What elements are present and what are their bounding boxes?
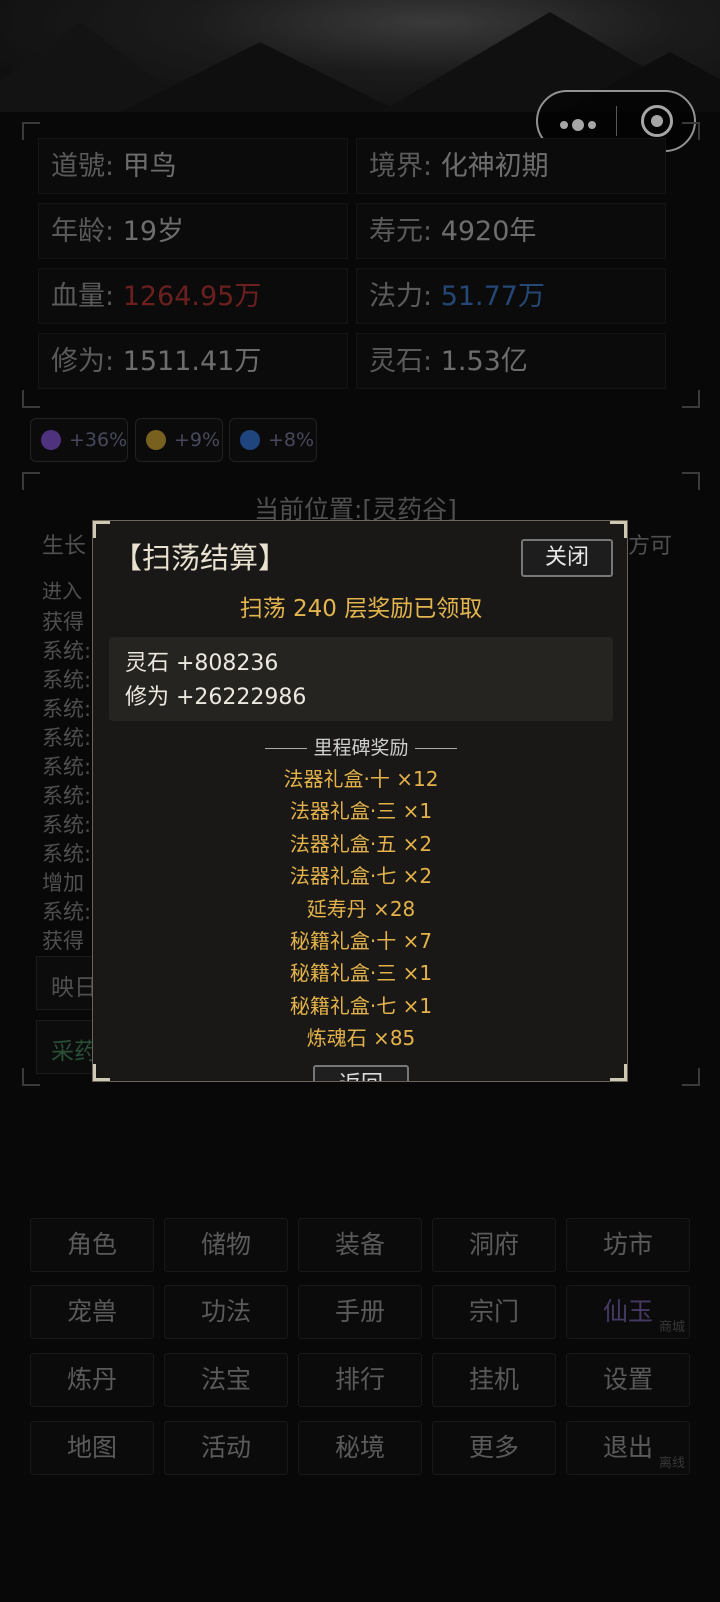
- milestone-item: 炼魂石 ×85: [306, 1026, 416, 1051]
- close-button[interactable]: 关闭: [521, 539, 613, 577]
- milestone-item: 法器礼盒·五 ×2: [289, 831, 433, 856]
- milestone-item: 秘籍礼盒·三 ×1: [289, 961, 433, 986]
- reward-box: 灵石 +808236 修为 +26222986: [109, 637, 613, 721]
- milestone-item: 秘籍礼盒·十 ×7: [289, 928, 433, 953]
- milestone-item: 秘籍礼盒·七 ×1: [289, 993, 433, 1018]
- dialog-corner: [610, 521, 627, 538]
- milestone-heading-text: 里程碑奖励: [313, 737, 409, 759]
- milestone-item: 法器礼盒·七 ×2: [289, 864, 433, 889]
- reward-cultivation: 修为 +26222986: [125, 685, 307, 710]
- divider-line: [414, 748, 457, 749]
- milestone-heading: 里程碑奖励: [93, 733, 627, 760]
- dialog-corner: [610, 1064, 627, 1081]
- milestone-item: 法器礼盒·三 ×1: [289, 799, 433, 824]
- milestone-item: 延寿丹 ×28: [306, 896, 416, 921]
- divider-line: [265, 748, 308, 749]
- sweep-result-dialog: 【扫荡结算】 关闭 扫荡 240 层奖励已领取 灵石 +808236 修为 +2…: [92, 520, 628, 1082]
- milestone-list: 法器礼盒·十 ×12 法器礼盒·三 ×1 法器礼盒·五 ×2 法器礼盒·七 ×2 延寿丹…: [93, 763, 627, 1055]
- dialog-corner: [93, 1064, 110, 1081]
- dialog-title: 【扫荡结算】: [113, 541, 288, 575]
- reward-spirit-stone: 灵石 +808236: [125, 651, 279, 676]
- milestone-item: 法器礼盒·十 ×12: [283, 767, 439, 791]
- back-button[interactable]: 返回: [313, 1065, 409, 1081]
- sweep-summary: 扫荡 240 层奖励已领取: [239, 596, 483, 622]
- dialog-corner: [93, 521, 110, 538]
